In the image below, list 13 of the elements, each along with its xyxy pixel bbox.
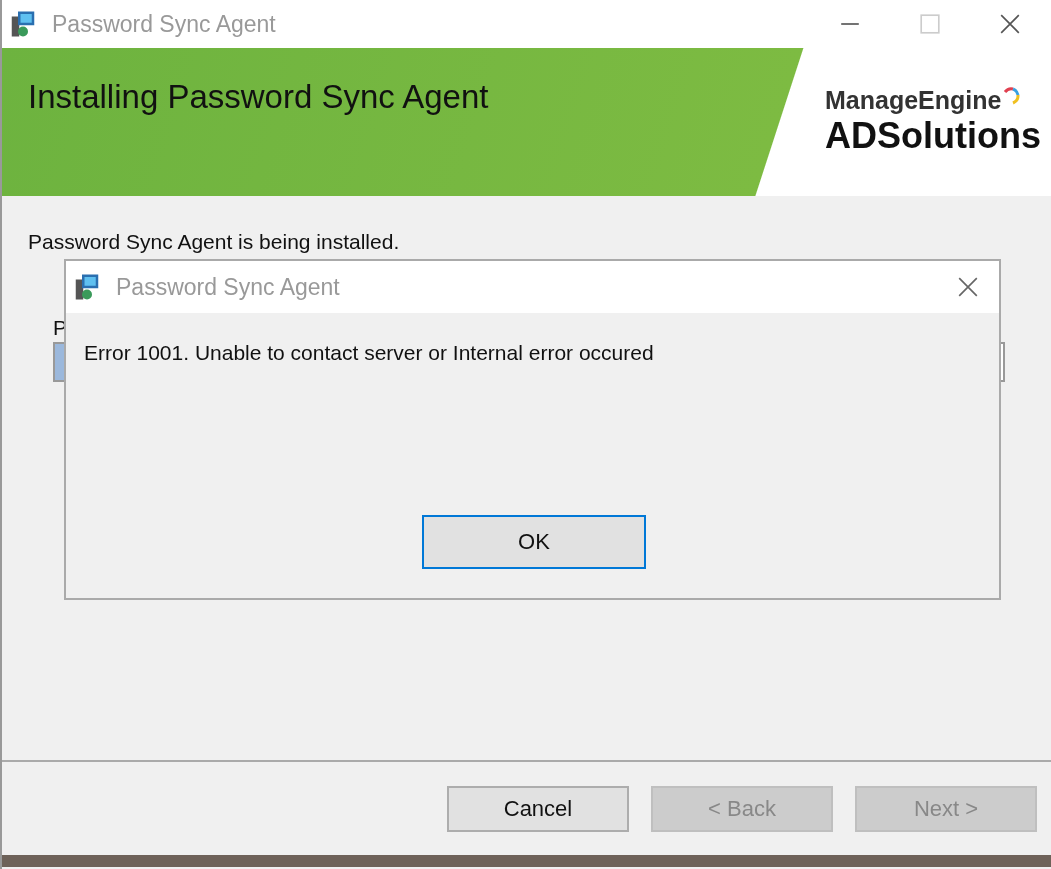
window-title: Password Sync Agent <box>52 10 276 38</box>
dialog-title: Password Sync Agent <box>116 273 340 301</box>
brand-name: ManageEngine <box>825 86 1002 115</box>
wizard-button[interactable]: Cancel <box>447 785 629 832</box>
arc-logo-icon <box>1001 86 1022 106</box>
maximize-icon <box>919 13 941 35</box>
product-name: ADSolutions <box>825 115 1041 157</box>
banner-heading: Installing Password Sync Agent <box>28 78 489 116</box>
ok-button[interactable]: OK <box>422 515 646 569</box>
close-icon[interactable] <box>999 13 1021 35</box>
close-icon[interactable] <box>957 276 979 298</box>
error-message: Error 1001. Unable to contact server or Internal error occured <box>84 341 654 365</box>
status-message: Password Sync Agent is being installed. <box>28 230 401 254</box>
